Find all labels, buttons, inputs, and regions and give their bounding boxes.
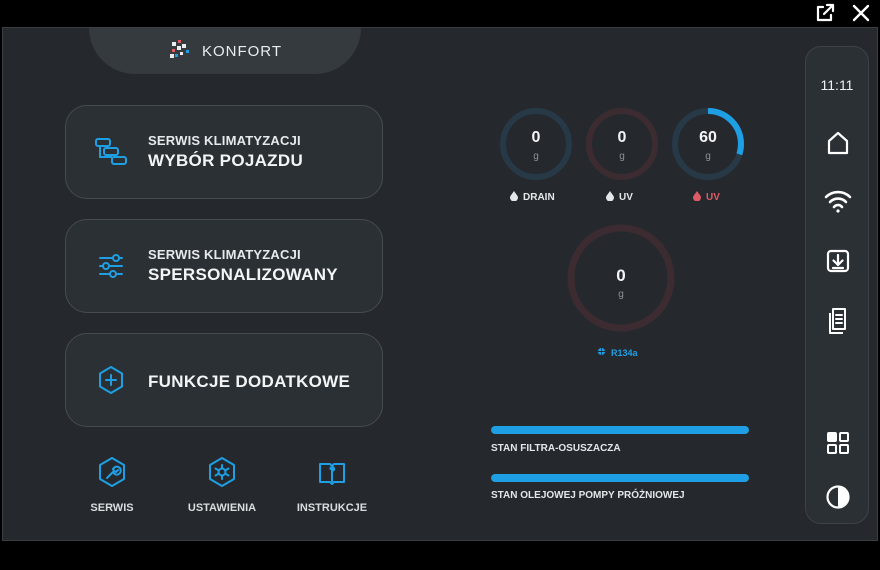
gauge-label-text: DRAIN [523, 192, 555, 203]
gauge-label-text: R134a [611, 347, 638, 358]
nav-label: INSTRUKCJE [296, 502, 368, 514]
home-icon[interactable] [822, 127, 854, 159]
gauge-unit: g [533, 151, 539, 162]
vehicle-list-icon [94, 135, 128, 169]
gauge-uv-2: 60 g [670, 106, 746, 182]
sliders-icon [94, 249, 128, 283]
card-title: FUNKCJE DODATKOWE [148, 371, 351, 391]
gauge-value: 60 [699, 129, 717, 146]
nav-service[interactable]: SERWIS [67, 456, 157, 514]
card-title: SPERSONALIZOWANY [148, 265, 338, 284]
drop-icon [510, 191, 518, 204]
filter-dryer-status-label: STAN FILTRA-OSUSZACZA [491, 443, 621, 454]
gauge-unit: g [618, 289, 624, 300]
right-sidebar: 11:11 [805, 46, 869, 524]
apps-grid-icon[interactable] [822, 427, 854, 459]
nav-label: SERWIS [90, 502, 134, 514]
gauge-value: 0 [531, 129, 541, 146]
gauge-unit: g [619, 151, 625, 162]
status-bar-fill [491, 426, 749, 434]
gauge-drain: 0 g [498, 106, 574, 182]
gauge-value: 0 [617, 129, 627, 146]
gauge-label-drain: DRAIN [510, 191, 555, 204]
gauge-label-uv-2: UV [693, 191, 720, 204]
settings-icon [207, 456, 237, 492]
brand-header: KONFORT [89, 28, 361, 74]
personalized-service-card[interactable]: SERWIS KLIMATYZACJI SPERSONALIZOWANY [65, 219, 383, 313]
gauge-label-uv-1: UV [606, 191, 633, 204]
gauge-r134a: 0 g [565, 222, 677, 334]
close-icon[interactable] [848, 0, 874, 26]
window-top-bar [0, 0, 880, 26]
main-screen: KONFORT SERWIS KLIMATYZACJI WYBÓR POJAZD… [2, 27, 878, 541]
nav-settings[interactable]: USTAWIENIA [177, 456, 267, 514]
konfort-logo-icon [168, 38, 194, 64]
vehicle-selection-card[interactable]: SERWIS KLIMATYZACJI WYBÓR POJAZDU [65, 105, 383, 199]
additional-functions-card[interactable]: FUNKCJE DODATKOWE [65, 333, 383, 427]
gauge-unit: g [705, 151, 711, 162]
brand-name: KONFORT [201, 42, 283, 60]
wifi-icon[interactable] [822, 185, 854, 217]
vacuum-pump-status-label: STAN OLEJOWEJ POMPY PRÓŻNIOWEJ [491, 490, 685, 501]
gauge-value: 0 [616, 266, 626, 285]
nav-manuals[interactable]: INSTRUKCJE [287, 456, 377, 514]
gauge-label-text: UV [619, 192, 633, 203]
vacuum-pump-status-bar [491, 474, 749, 482]
download-icon[interactable] [822, 245, 854, 277]
clock: 11:11 [820, 77, 854, 93]
filter-dryer-status-bar [491, 426, 749, 434]
wrench-icon [97, 456, 127, 492]
drop-icon [606, 191, 614, 204]
manual-book-icon [317, 456, 347, 492]
gauge-label-text: UV [706, 192, 720, 203]
nav-label: USTAWIENIA [187, 502, 257, 514]
card-subtitle: SERWIS KLIMATYZACJI [148, 133, 301, 148]
card-subtitle: SERWIS KLIMATYZACJI [148, 247, 301, 262]
drop-icon [693, 191, 701, 204]
gauge-uv-1: 0 g [584, 106, 660, 182]
gauge-label-r134a: R134a [597, 347, 638, 358]
card-title: WYBÓR POJAZDU [148, 151, 304, 170]
contrast-icon[interactable] [822, 481, 854, 513]
add-hexagon-icon [94, 363, 128, 397]
documents-icon[interactable] [822, 305, 854, 337]
status-bar-fill [491, 474, 749, 482]
snowflake-icon [597, 347, 606, 358]
external-link-icon[interactable] [812, 0, 838, 26]
